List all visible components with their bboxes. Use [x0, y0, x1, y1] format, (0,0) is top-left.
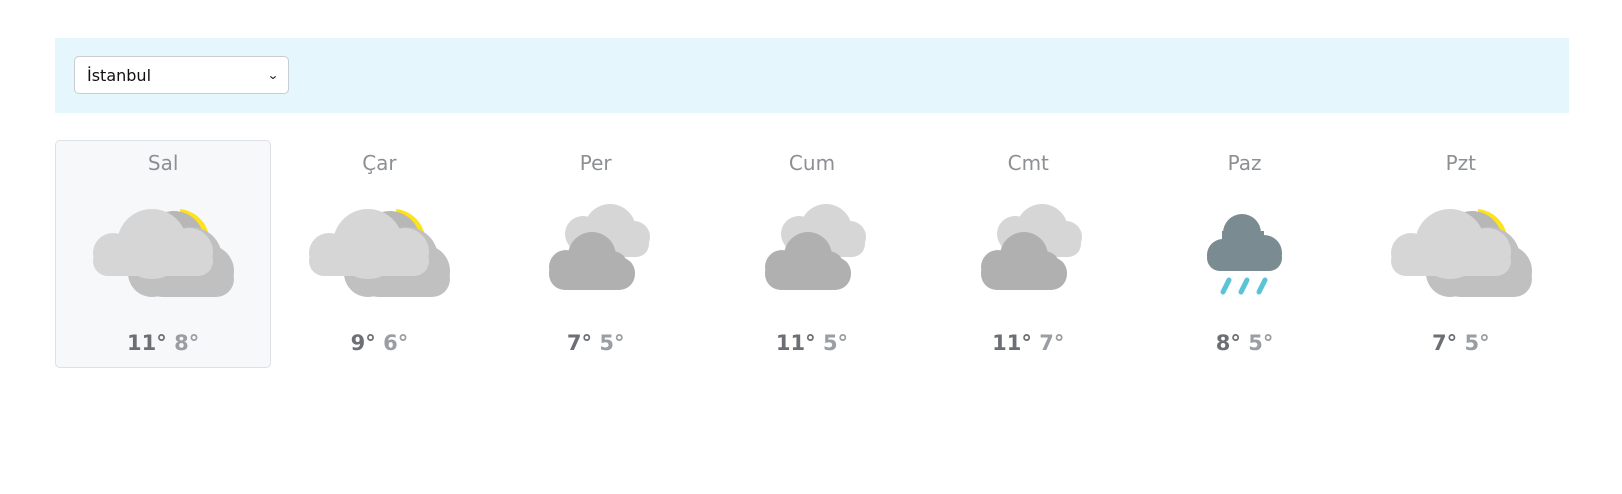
day-name: Cum	[788, 151, 836, 175]
temp-low: 8°	[174, 331, 200, 355]
cloudy-icon	[981, 204, 1083, 290]
partly-cloudy-icon	[309, 209, 451, 297]
day-name: Cmt	[1007, 151, 1049, 175]
forecast-day[interactable]: Cmt 11° 7°	[920, 140, 1136, 368]
temperature-range: 7° 5°	[1354, 331, 1568, 355]
temp-low: 5°	[1248, 331, 1274, 355]
forecast-list: Sal 11° 8° Çar 9° 6° Per 7° 5° Cum 11° 5…	[55, 140, 1569, 368]
temperature-range: 11° 5°	[705, 331, 919, 355]
temp-high: 11°	[992, 331, 1032, 355]
cloudy-icon	[548, 204, 650, 290]
temp-high: 11°	[127, 331, 167, 355]
forecast-day[interactable]: Cum 11° 5°	[704, 140, 920, 368]
day-name: Sal	[147, 151, 179, 175]
day-name: Pzt	[1445, 151, 1477, 175]
day-name: Per	[579, 151, 612, 175]
day-name: Çar	[362, 151, 397, 175]
rain-icon	[1206, 214, 1282, 295]
temp-low: 5°	[1464, 331, 1490, 355]
cloudy-icon	[764, 204, 866, 290]
temperature-range: 9° 6°	[272, 331, 486, 355]
temp-high: 9°	[350, 331, 376, 355]
partly-cloudy-icon	[1390, 209, 1532, 297]
forecast-day[interactable]: Çar 9° 6°	[271, 140, 487, 368]
location-bar: İstanbul ⌄	[55, 38, 1569, 113]
temp-high: 8°	[1215, 331, 1241, 355]
temperature-range: 7° 5°	[489, 331, 703, 355]
day-name: Paz	[1227, 151, 1262, 175]
chevron-down-icon: ⌄	[266, 68, 280, 82]
temperature-range: 11° 8°	[56, 331, 270, 355]
city-select-value: İstanbul	[87, 65, 152, 85]
temp-high: 7°	[566, 331, 593, 355]
temp-low: 6°	[383, 331, 409, 355]
temp-high: 7°	[1432, 331, 1458, 355]
city-select[interactable]: İstanbul ⌄	[74, 56, 289, 94]
forecast-day[interactable]: Paz 8° 5°	[1136, 140, 1352, 368]
temp-low: 7°	[1039, 331, 1065, 355]
temperature-range: 11° 7°	[921, 331, 1135, 355]
forecast-day[interactable]: Per 7° 5°	[488, 140, 704, 368]
temperature-range: 8° 5°	[1137, 331, 1351, 355]
partly-cloudy-icon	[93, 209, 235, 297]
temp-low: 5°	[822, 331, 849, 355]
temp-high: 11°	[775, 331, 816, 355]
forecast-day[interactable]: Sal 11° 8°	[55, 140, 272, 368]
temp-low: 5°	[599, 331, 625, 355]
forecast-day[interactable]: Pzt 7° 5°	[1353, 140, 1569, 368]
